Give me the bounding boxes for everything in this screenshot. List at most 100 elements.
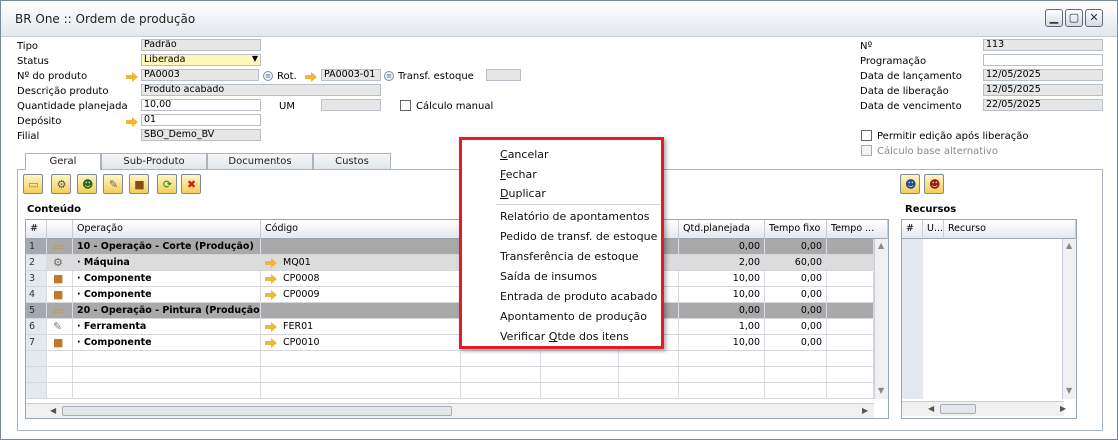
um-field[interactable] xyxy=(321,99,381,111)
row-icon-cell xyxy=(47,383,73,398)
transf-field[interactable] xyxy=(486,69,521,81)
list-icon[interactable]: ≡ xyxy=(384,71,394,81)
codigo-cell xyxy=(261,351,461,366)
calc-manual-checkbox[interactable] xyxy=(400,100,411,111)
link-arrow-icon[interactable] xyxy=(265,290,278,300)
scroll-thumb[interactable] xyxy=(62,406,452,416)
scroll-down-icon[interactable]: ▼ xyxy=(878,386,884,395)
res-horizontal-scrollbar[interactable]: ◀ ▶ xyxy=(902,401,1066,416)
scroll-up-icon[interactable]: ▲ xyxy=(878,241,884,250)
codigo-cell: CP0008 xyxy=(261,271,461,286)
table-row[interactable]: 1 ▭ 10 - Operação - Corte (Produção) 0,00 0,… xyxy=(26,239,888,255)
col-header-tempo-fixo[interactable]: Tempo fixo xyxy=(765,220,827,239)
link-arrow-icon[interactable] xyxy=(305,72,318,82)
prog-field[interactable] xyxy=(983,54,1103,66)
res-col-header-u[interactable]: U... xyxy=(923,220,944,239)
gear-button[interactable]: ⚙ xyxy=(51,174,71,194)
menu-item-verificar-qtde[interactable]: Verificar Qtde dos itens xyxy=(500,330,629,343)
table-row[interactable]: 7 ■ · Componente CP0010 10,00 0,00 xyxy=(26,335,888,351)
link-arrow-icon[interactable] xyxy=(265,258,278,268)
menu-item-apontamento[interactable]: Apontamento de produção xyxy=(500,310,647,323)
wrench-icon: ✎ xyxy=(53,320,63,333)
link-arrow-icon[interactable] xyxy=(265,338,278,348)
n-field[interactable]: 113 xyxy=(983,39,1103,51)
permitir-checkbox[interactable] xyxy=(861,130,872,141)
blank-cell xyxy=(541,383,619,398)
qtd-cell: 0,00 xyxy=(679,239,765,254)
grid-vertical-scrollbar[interactable]: ▲ ▼ xyxy=(874,239,888,399)
res-col-header-recurso[interactable]: Recurso xyxy=(944,220,1076,239)
res-vertical-scrollbar[interactable]: ▲ ▼ xyxy=(1062,239,1076,399)
data-venc-field[interactable]: 22/05/2025 xyxy=(983,99,1103,111)
col-header-operacao[interactable]: Operação xyxy=(73,220,261,239)
deposito-field[interactable]: 01 xyxy=(141,114,261,126)
list-icon[interactable]: ≡ xyxy=(263,71,273,81)
table-row[interactable] xyxy=(26,351,888,367)
users-button[interactable]: ☻ xyxy=(77,174,97,194)
table-row[interactable] xyxy=(26,383,888,399)
grid-horizontal-scrollbar[interactable]: ◀ ▶ xyxy=(26,403,874,418)
scroll-left-icon[interactable]: ◀ xyxy=(50,406,56,415)
menu-item-fechar[interactable]: Fechar xyxy=(500,168,537,181)
folder-button[interactable]: ▭ xyxy=(23,174,43,194)
tipo-field[interactable]: Padrão xyxy=(141,39,261,51)
scroll-right-icon[interactable]: ▶ xyxy=(862,406,868,415)
col-header-number[interactable]: # xyxy=(26,220,47,239)
table-row[interactable]: 5 ▭ 20 - Operação - Pintura (Produção) 0,00… xyxy=(26,303,888,319)
tab-sub-produto[interactable]: Sub-Produto xyxy=(101,153,207,169)
remove-resource-button[interactable]: ☻ xyxy=(924,174,944,194)
table-row[interactable]: 4 ■ · Componente CP0009 10,00 0,00 xyxy=(26,287,888,303)
link-arrow-icon[interactable] xyxy=(126,72,139,82)
status-select[interactable]: Liberada ▼ xyxy=(141,54,261,66)
nprod-field[interactable]: PA0003 xyxy=(141,69,259,81)
scroll-left-icon[interactable]: ◀ xyxy=(928,404,934,413)
row-number-cell: 7 xyxy=(26,335,47,350)
link-arrow-icon[interactable] xyxy=(265,274,278,284)
refresh-button[interactable]: ⟳ xyxy=(157,174,177,194)
delete-button[interactable]: ✖ xyxy=(181,174,201,194)
menu-item-relatorio[interactable]: Relatório de apontamentos xyxy=(500,210,650,223)
link-arrow-icon[interactable] xyxy=(126,117,139,127)
menu-item-pedido-transf[interactable]: Pedido de transf. de estoque xyxy=(500,230,657,243)
rot-field[interactable]: PA0003-01 xyxy=(321,69,381,81)
scroll-thumb[interactable] xyxy=(940,404,976,414)
col-header-tempo-var[interactable]: Tempo ... xyxy=(827,220,888,239)
calc-base-checkbox[interactable] xyxy=(861,145,872,156)
qtd-field[interactable]: 10,00 xyxy=(141,99,261,111)
maximize-button[interactable]: ▢ xyxy=(1065,9,1083,27)
table-row[interactable]: 6 ✎ · Ferramenta FER01 1,00 0,00 xyxy=(26,319,888,335)
box-icon: ■ xyxy=(134,178,145,191)
qtd-cell: 1,00 xyxy=(679,319,765,334)
filial-field[interactable]: SBO_Demo_BV xyxy=(141,129,261,141)
wrench-button[interactable]: ✎ xyxy=(103,174,123,194)
minimize-button[interactable]: ▁ xyxy=(1045,9,1063,27)
menu-item-cancelar[interactable]: Cancelar xyxy=(500,148,549,161)
link-arrow-icon[interactable] xyxy=(265,322,278,332)
tempo-fixo-cell: 0,00 xyxy=(765,271,827,286)
row-number-cell xyxy=(26,351,47,366)
data-lanc-field[interactable]: 12/05/2025 xyxy=(983,69,1103,81)
col-header-qtd[interactable]: Qtd.planejada xyxy=(679,220,765,239)
qtd-cell: 10,00 xyxy=(679,271,765,286)
tab-geral[interactable]: Geral xyxy=(25,153,101,170)
tab-documentos[interactable]: Documentos xyxy=(207,153,313,169)
menu-item-transferencia[interactable]: Transferência de estoque xyxy=(500,250,639,263)
add-resource-button[interactable]: ☻ xyxy=(900,174,920,194)
tempo-var-cell xyxy=(827,239,874,254)
table-row[interactable]: 2 ⚙ · Máquina MQ01 2,00 60,00 xyxy=(26,255,888,271)
desc-field[interactable]: Produto acabado xyxy=(141,84,381,96)
menu-item-duplicar[interactable]: Duplicar xyxy=(500,187,546,200)
box-button[interactable]: ■ xyxy=(129,174,149,194)
table-row[interactable]: 3 ■ · Componente CP0008 10,00 0,00 xyxy=(26,271,888,287)
table-row[interactable] xyxy=(26,367,888,383)
menu-item-saida-insumos[interactable]: Saída de insumos xyxy=(500,270,597,283)
data-lib-field[interactable]: 12/05/2025 xyxy=(983,84,1103,96)
close-button[interactable]: ✕ xyxy=(1085,9,1103,27)
col-header-codigo[interactable]: Código xyxy=(261,220,461,239)
scroll-right-icon[interactable]: ▶ xyxy=(1060,404,1066,413)
tab-custos[interactable]: Custos xyxy=(313,153,391,169)
menu-item-entrada-produto[interactable]: Entrada de produto acabado xyxy=(500,290,657,303)
scroll-up-icon[interactable]: ▲ xyxy=(1066,241,1072,250)
res-col-header-number[interactable]: # xyxy=(902,220,923,239)
scroll-down-icon[interactable]: ▼ xyxy=(1066,386,1072,395)
